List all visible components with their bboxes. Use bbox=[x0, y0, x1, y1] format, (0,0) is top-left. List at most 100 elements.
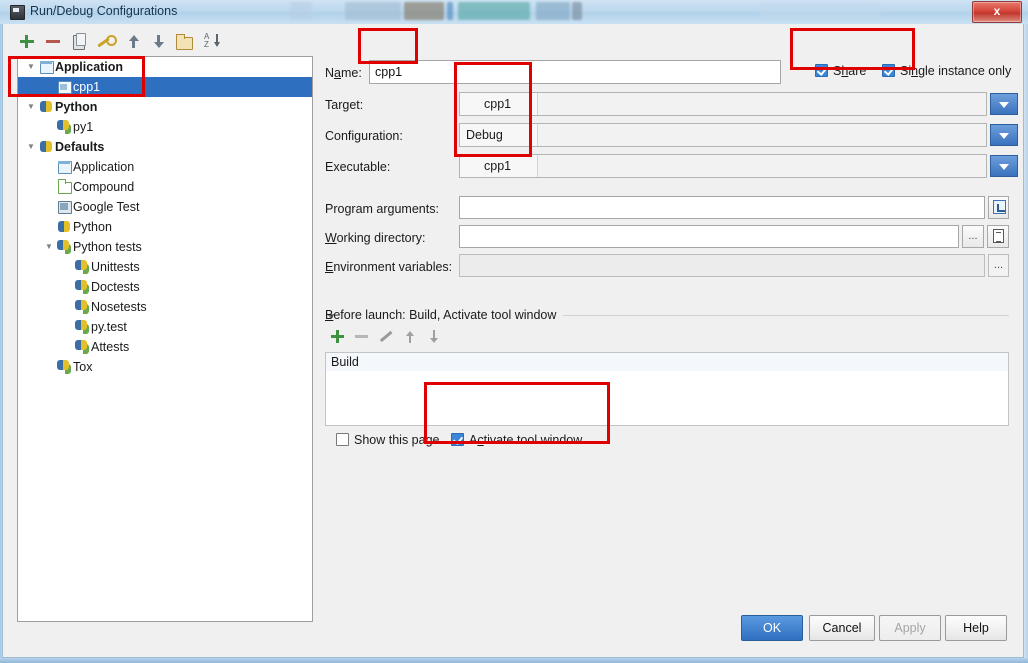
application-icon bbox=[56, 157, 73, 177]
dialog-frame: AZ ▼ Application cpp1 ▼ Python py1 ▼ Defaults Ap… bbox=[2, 24, 1024, 658]
python-test-icon bbox=[74, 317, 91, 337]
close-icon[interactable]: x bbox=[972, 1, 1022, 23]
tree-item-python[interactable]: Python bbox=[18, 217, 312, 237]
move-task-down-button[interactable] bbox=[423, 327, 445, 347]
ghost-artifact bbox=[447, 2, 453, 20]
python-test-icon bbox=[74, 257, 91, 277]
ok-button[interactable]: OK bbox=[741, 615, 803, 641]
tree-item-doctests[interactable]: Doctests bbox=[18, 277, 312, 297]
expand-editor-icon[interactable] bbox=[988, 196, 1009, 219]
ghost-artifact bbox=[760, 2, 880, 20]
configurations-tree[interactable]: ▼ Application cpp1 ▼ Python py1 ▼ Defaults Appli… bbox=[17, 56, 313, 622]
tree-item-label: Python bbox=[73, 220, 112, 234]
chevron-down-icon[interactable]: ▼ bbox=[24, 97, 38, 117]
tree-item-defaults[interactable]: ▼ Defaults bbox=[18, 137, 312, 157]
working-directory-browse-button[interactable]: ... bbox=[962, 225, 984, 248]
help-button[interactable]: Help bbox=[945, 615, 1007, 641]
environment-variables-browse-button[interactable]: ... bbox=[988, 254, 1009, 277]
move-task-up-button[interactable] bbox=[399, 327, 421, 347]
create-folder-button[interactable] bbox=[174, 32, 194, 52]
copy-configuration-button[interactable] bbox=[69, 32, 89, 52]
tree-item-label: Tox bbox=[73, 360, 93, 374]
title-bar: Run/Debug Configurations x bbox=[0, 0, 1028, 24]
expand-glyph-icon bbox=[993, 200, 1006, 214]
tree-item-label: Google Test bbox=[73, 200, 140, 214]
remove-configuration-button[interactable] bbox=[43, 32, 63, 52]
before-launch-task-row[interactable]: Build bbox=[326, 353, 1008, 371]
ghost-artifact bbox=[404, 2, 444, 20]
name-label: Name: bbox=[325, 66, 362, 80]
environment-variables-input[interactable] bbox=[459, 254, 985, 277]
python-icon bbox=[38, 97, 55, 117]
tree-item-python[interactable]: ▼ Python bbox=[18, 97, 312, 117]
clion-app-icon bbox=[10, 5, 25, 20]
executable-label: Executable: bbox=[325, 160, 391, 174]
sort-az-icon: AZ bbox=[204, 32, 210, 49]
configuration-combobox[interactable]: Debug bbox=[459, 123, 1018, 147]
configuration-value: Debug bbox=[460, 124, 538, 146]
cancel-button[interactable]: Cancel bbox=[809, 615, 875, 641]
tree-item-unittests[interactable]: Unittests bbox=[18, 257, 312, 277]
executable-dropdown-arrow-icon[interactable] bbox=[990, 155, 1018, 177]
sort-configurations-button[interactable]: AZ bbox=[201, 32, 221, 52]
share-checkbox[interactable] bbox=[815, 64, 828, 77]
apply-button[interactable]: Apply bbox=[879, 615, 941, 641]
add-configuration-button[interactable] bbox=[17, 32, 37, 52]
remove-task-button[interactable] bbox=[351, 327, 373, 347]
python-test-icon bbox=[74, 337, 91, 357]
tree-item-application[interactable]: ▼ Application bbox=[18, 57, 312, 77]
before-launch-task-list[interactable]: Build bbox=[325, 352, 1009, 426]
run-config-icon bbox=[56, 77, 73, 97]
single-instance-only-label: Single instance only bbox=[900, 64, 1012, 78]
tree-item-label: Python tests bbox=[73, 240, 142, 254]
tree-item-nosetests[interactable]: Nosetests bbox=[18, 297, 312, 317]
name-input[interactable]: cpp1 bbox=[369, 60, 781, 84]
tree-item-compound[interactable]: Compound bbox=[18, 177, 312, 197]
target-combobox[interactable]: cpp1 bbox=[459, 92, 1018, 116]
chevron-down-icon[interactable]: ▼ bbox=[24, 57, 38, 77]
tree-item-label: Attests bbox=[91, 340, 130, 354]
tree-item-attests[interactable]: Attests bbox=[18, 337, 312, 357]
add-task-button[interactable] bbox=[327, 327, 349, 347]
program-arguments-input[interactable] bbox=[459, 196, 985, 219]
ghost-artifact bbox=[458, 2, 530, 20]
tree-item-label: cpp1 bbox=[73, 80, 101, 94]
working-directory-input[interactable] bbox=[459, 225, 959, 248]
tree-item-py1[interactable]: py1 bbox=[18, 117, 312, 137]
application-icon bbox=[38, 57, 55, 77]
before-launch-header[interactable]: Before launch: Build, Activate tool wind… bbox=[325, 308, 556, 322]
single-instance-only-checkbox[interactable] bbox=[882, 64, 895, 77]
python-test-icon bbox=[74, 297, 91, 317]
tree-item-label: Python bbox=[55, 100, 98, 114]
run-debug-configurations-window: Run/Debug Configurations x AZ ▼ Applicati… bbox=[0, 0, 1028, 663]
configuration-dropdown-arrow-icon[interactable] bbox=[990, 124, 1018, 146]
tree-item-python-tests[interactable]: ▼ Python tests bbox=[18, 237, 312, 257]
configuration-label: Configuration: bbox=[325, 129, 403, 143]
document-glyph-icon bbox=[993, 229, 1004, 243]
edit-templates-button[interactable] bbox=[95, 32, 117, 52]
insert-macro-icon[interactable] bbox=[987, 225, 1009, 248]
chevron-down-icon[interactable]: ▼ bbox=[42, 237, 56, 257]
target-label: Target: bbox=[325, 98, 364, 112]
ghost-artifact bbox=[536, 2, 570, 20]
tree-item-application[interactable]: Application bbox=[18, 157, 312, 177]
ghost-artifact bbox=[290, 2, 312, 20]
tree-item-py-test[interactable]: py.test bbox=[18, 317, 312, 337]
edit-task-button[interactable] bbox=[375, 327, 397, 347]
move-down-button[interactable] bbox=[148, 32, 168, 52]
tree-item-label: Application bbox=[73, 160, 135, 174]
tree-item-tox[interactable]: Tox bbox=[18, 357, 312, 377]
activate-tool-window-checkbox[interactable] bbox=[451, 433, 464, 446]
chevron-down-icon[interactable]: ▼ bbox=[24, 137, 38, 157]
configurations-toolbar: AZ bbox=[17, 32, 317, 54]
tree-item-cpp1[interactable]: cpp1 bbox=[18, 77, 312, 97]
environment-variables-label: Environment variables: bbox=[325, 260, 453, 274]
tree-item-google-test[interactable]: Google Test bbox=[18, 197, 312, 217]
show-this-page-checkbox[interactable] bbox=[336, 433, 349, 446]
move-up-button[interactable] bbox=[123, 32, 143, 52]
python-test-icon bbox=[56, 237, 73, 257]
target-dropdown-arrow-icon[interactable] bbox=[990, 93, 1018, 115]
tree-item-label: Doctests bbox=[91, 280, 140, 294]
executable-combobox[interactable]: cpp1 bbox=[459, 154, 1018, 178]
defaults-icon bbox=[38, 137, 55, 157]
